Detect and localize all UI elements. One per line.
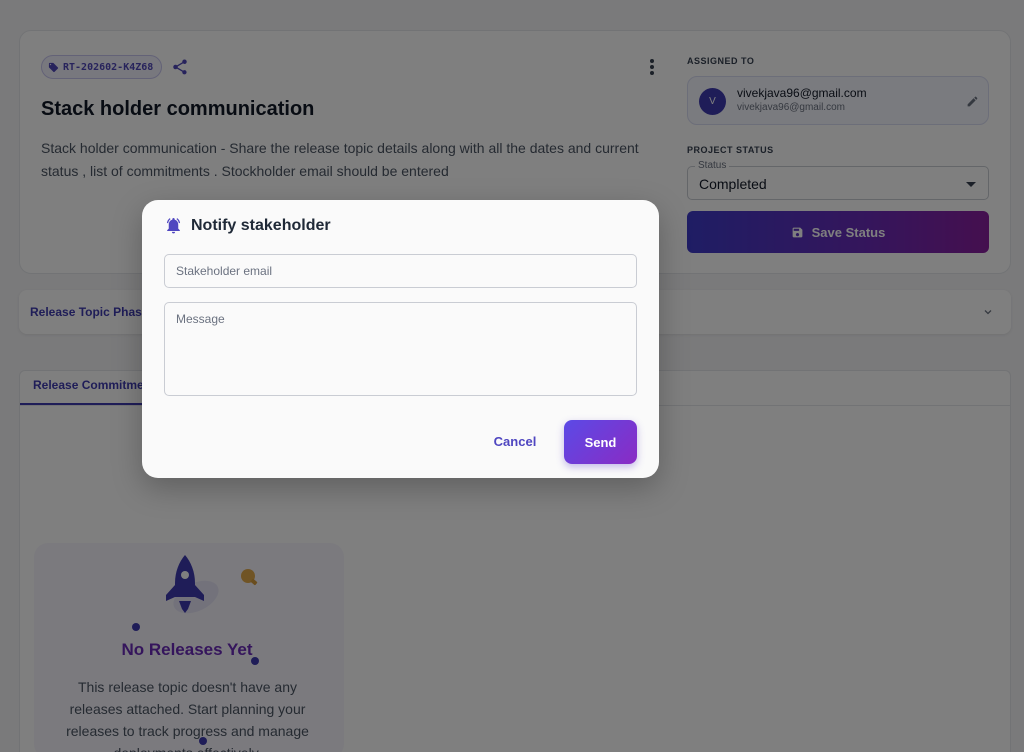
- send-button[interactable]: Send: [564, 420, 637, 464]
- message-textarea[interactable]: [164, 302, 637, 396]
- dialog-title: Notify stakeholder: [191, 217, 331, 234]
- cancel-button[interactable]: Cancel: [482, 424, 548, 458]
- notify-stakeholder-dialog: Notify stakeholder Cancel Send: [142, 200, 659, 478]
- notification-bell-icon: [166, 217, 181, 234]
- stakeholder-email-input[interactable]: [164, 254, 637, 288]
